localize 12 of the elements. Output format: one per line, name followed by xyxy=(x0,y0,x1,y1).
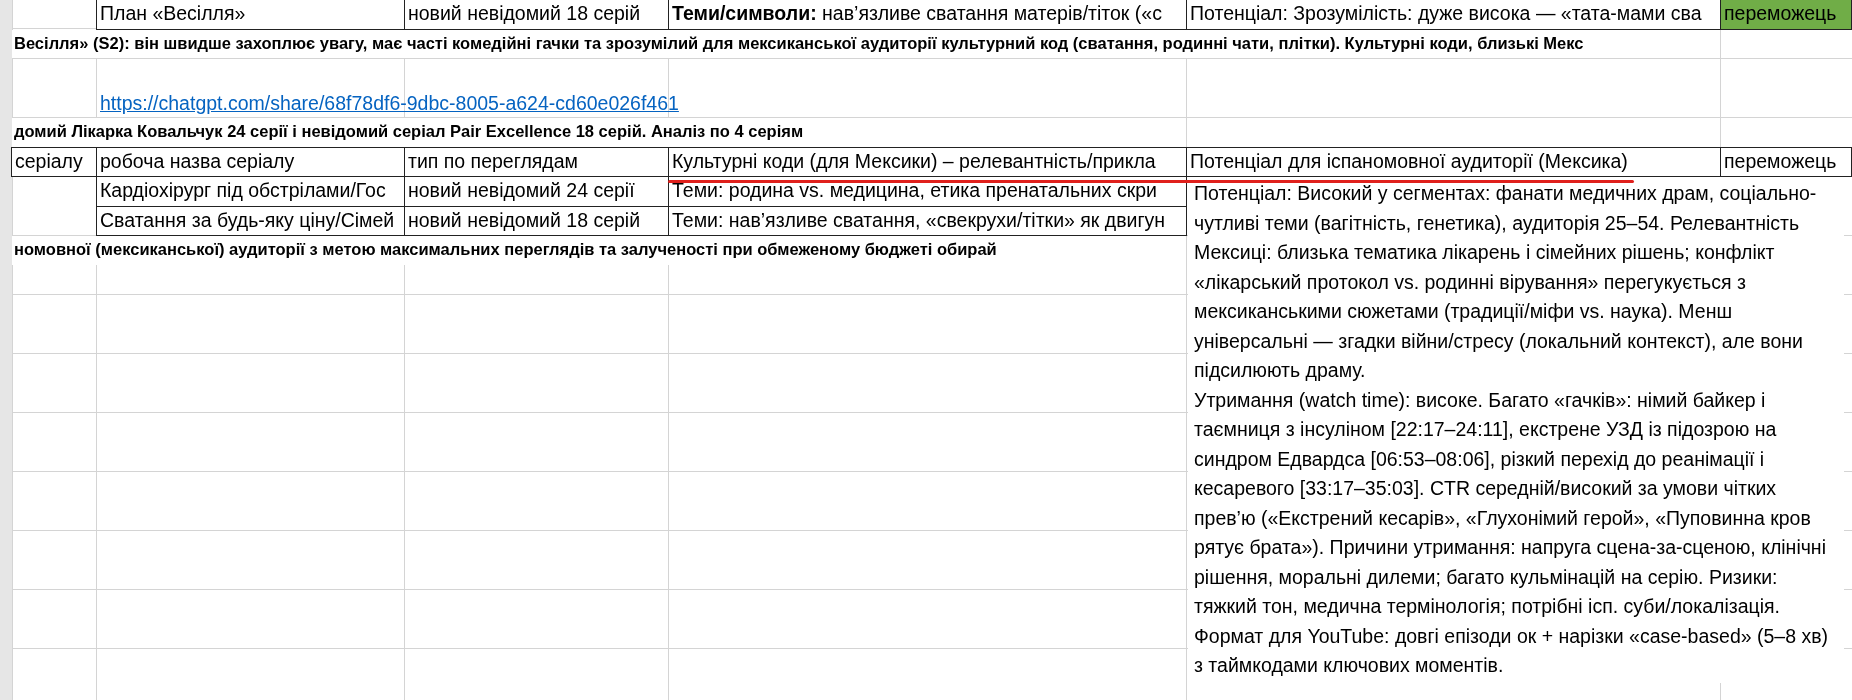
table-cell: Потенціал для іспаномовної аудиторії (Мексика) xyxy=(1186,146,1721,177)
table-cell: Сватання за будь-яку ціну/Сімей xyxy=(96,205,405,236)
table-cell: серіалу xyxy=(11,146,97,177)
note-text: домий Лікарка Ковальчук 24 серії і невідомий серіал Pair Excellence 18 серій. Аналіз по 4 серіям xyxy=(12,118,804,147)
note-text: Весілля» (S2): він швидше захоплює увагу, має часті комедійні гачки та зрозумілий для мексиканської аудиторії культурний код (сватання, родинні чати, плітки). Культурні коди, близькі Мекс xyxy=(12,29,1584,58)
table-cell: План «Весілля» xyxy=(96,0,405,30)
table-cell: переможець xyxy=(1720,146,1852,177)
note-text: номовної (мексиканської) аудиторії з метою максимальних переглядів та залученості при обмеженому бюджеті обирай xyxy=(12,236,997,265)
table-cell: переможець xyxy=(1720,0,1852,30)
share-link[interactable]: https://chatgpt.com/share/68f78df6-9dbc-8005-a624-cd60e026f461 xyxy=(97,88,679,118)
table-cell: Теми: нав’язливе сватання, «свекрухи/тітки» як двигун xyxy=(668,205,1187,236)
cell-text: Потенціал: Високий у сегментах: фанати медичних драм, соціально-чутливі теми (вагітність, генетика), аудиторія 25–54. Релевантність Мексиці: близька тематика лікарень і сімейних рішень; конфлікт «лікарський протокол vs. родинні вірування» перегукується з мексиканськими сюжетами (традиції/міфи vs. наука). Менш універсальні — згадки війни/стресу (локальний контекст), але вони підсилюють драму. Утримання (watch time): високе. Багато «гачків»: німий байкер і таємниця з інсуліном [22:17–24:11], екстрене УЗД із підозрою на синдром Едвардса [06:53–08:06], різкий перехід до реанімації і кесаревого [33:17–35:03]. CTR середній/високий за умови чітких прев’ю («Екстрений кесарів», «Глухонімий герой», «Пуповинна кров рятує брата»). Причини утримання: напруга сцена-за-сценою, клінічні рішення, моральні дилеми; багато кульмінацій на серію. Ризики: тяжкий тон, медична термінологія; потрібні ісп. суби/локалізація. Формат для YouTube: довгі епізоди ок + нарізки «case-based» (5–8 хв) з таймкодами ключових моментів. xyxy=(1188,177,1844,683)
